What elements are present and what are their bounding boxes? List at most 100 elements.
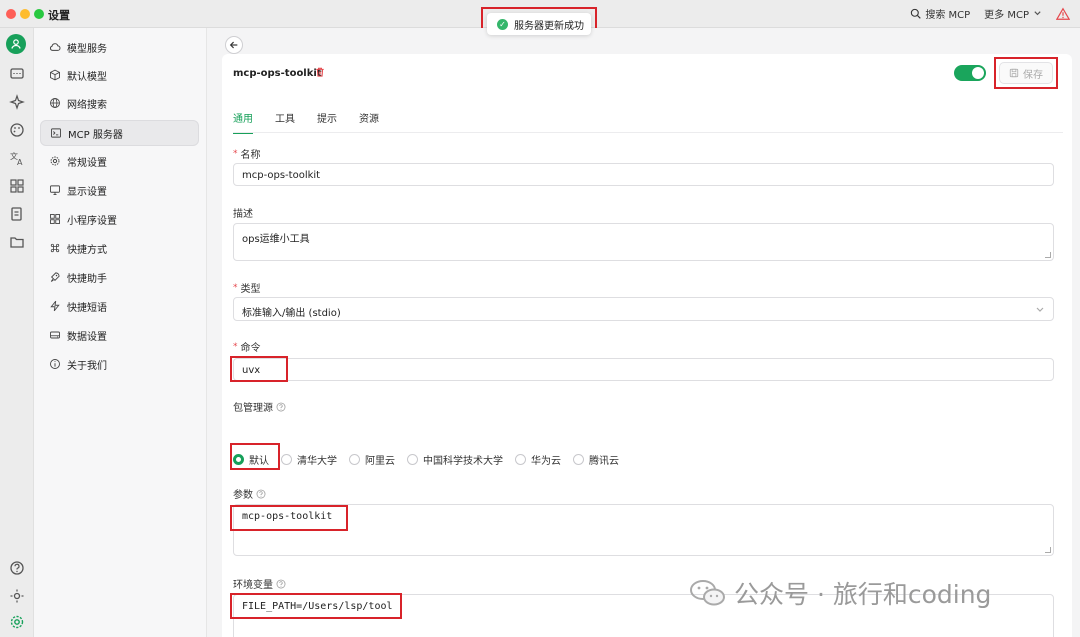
cube-icon <box>50 69 60 81</box>
radio-tencent[interactable]: 腾讯云 <box>573 452 619 467</box>
help-icon[interactable] <box>9 560 25 576</box>
nav-label: 默认模型 <box>67 71 107 83</box>
nav-item-about[interactable]: 关于我们 <box>40 351 199 377</box>
name-value: mcp-ops-toolkit <box>242 170 321 181</box>
monitor-icon <box>50 185 60 195</box>
tab-resources[interactable]: 资源 <box>359 110 379 134</box>
radio-label: 腾讯云 <box>589 456 619 467</box>
close-window-button[interactable] <box>6 9 16 19</box>
args-textarea[interactable]: mcp-ops-toolkit <box>233 504 1054 556</box>
highlight-box <box>994 57 1058 89</box>
radio-dot <box>515 454 526 465</box>
minimize-window-button[interactable] <box>20 9 30 19</box>
zap-icon <box>50 300 60 312</box>
files-icon[interactable] <box>9 206 25 222</box>
nav-item-general-settings[interactable]: 常规设置 <box>40 148 199 174</box>
search-icon <box>911 8 922 19</box>
main-content: mcp-ops-toolkit 保存 通用 工具 提示 资源 * 名称 mcp-… <box>208 28 1080 637</box>
tab-general[interactable]: 通用 <box>233 110 253 134</box>
translate-icon[interactable]: 文A <box>9 150 25 166</box>
nav-item-shortcuts[interactable]: 快捷方式 <box>40 235 199 261</box>
nav-label: 关于我们 <box>67 360 107 372</box>
question-circle-icon[interactable] <box>256 489 266 499</box>
folder-icon[interactable] <box>9 234 25 250</box>
hard-drive-icon <box>50 331 60 339</box>
nav-item-quick-assistant[interactable]: 快捷助手 <box>40 264 199 290</box>
warning-icon[interactable] <box>1056 7 1070 21</box>
description-textarea[interactable]: ops运维小工具 <box>233 223 1054 261</box>
avatar[interactable] <box>6 34 26 54</box>
nav-item-miniapp-settings[interactable]: 小程序设置 <box>40 206 199 232</box>
nav-item-display-settings[interactable]: 显示设置 <box>40 177 199 203</box>
nav-item-default-model[interactable]: 默认模型 <box>40 62 199 88</box>
registry-label-text: 包管理源 <box>233 403 273 414</box>
chat-icon[interactable] <box>9 66 25 82</box>
tab-prompts[interactable]: 提示 <box>317 110 337 134</box>
sun-icon[interactable] <box>9 588 25 604</box>
radio-label: 华为云 <box>531 456 561 467</box>
zoom-window-button[interactable] <box>34 9 44 19</box>
question-circle-icon[interactable] <box>276 579 286 589</box>
nav-item-quick-phrases[interactable]: 快捷短语 <box>40 293 199 319</box>
nav-label: 小程序设置 <box>67 215 117 227</box>
cloud-icon <box>49 43 61 51</box>
nav-item-mcp-server[interactable]: MCP 服务器 <box>40 120 199 146</box>
command-input[interactable]: uvx <box>233 358 1054 381</box>
required-mark: * <box>233 282 238 293</box>
nav-item-model-service[interactable]: 模型服务 <box>40 34 199 60</box>
nav-item-web-search[interactable]: 网络搜索 <box>40 90 199 116</box>
nav-item-data-settings[interactable]: 数据设置 <box>40 322 199 348</box>
type-label-text: 类型 <box>240 284 261 295</box>
type-select[interactable]: 标准输入/输出 (stdio) <box>233 297 1054 321</box>
trash-icon[interactable] <box>314 66 326 78</box>
search-mcp-button[interactable]: 搜索 MCP <box>910 6 970 21</box>
rocket-icon <box>50 272 60 282</box>
highlight-box <box>230 593 402 619</box>
highlight-box <box>230 443 280 470</box>
more-mcp-button[interactable]: 更多 MCP <box>984 6 1042 21</box>
command-key-icon <box>50 243 60 253</box>
server-detail-panel: mcp-ops-toolkit 保存 通用 工具 提示 资源 * 名称 mcp-… <box>222 54 1072 637</box>
name-label: * 名称 <box>233 146 261 162</box>
tab-tools[interactable]: 工具 <box>275 110 295 134</box>
required-mark: * <box>233 148 238 159</box>
globe-icon <box>50 98 60 108</box>
highlight-box <box>230 505 348 531</box>
radio-aliyun[interactable]: 阿里云 <box>349 452 395 467</box>
nav-label: 快捷助手 <box>67 273 107 285</box>
radio-ustc[interactable]: 中国科学技术大学 <box>407 452 503 467</box>
palette-icon[interactable] <box>9 122 25 138</box>
radio-huawei[interactable]: 华为云 <box>515 452 561 467</box>
radio-label: 阿里云 <box>365 456 395 467</box>
grid-icon[interactable] <box>9 178 25 194</box>
watermark-text: 公众号 · 旅行和coding <box>734 580 992 609</box>
required-mark: * <box>233 341 238 352</box>
tab-bar: 通用 工具 提示 资源 <box>233 110 379 134</box>
radio-dot <box>407 454 418 465</box>
resize-handle[interactable] <box>1045 547 1051 553</box>
search-mcp-label: 搜索 MCP <box>925 10 971 21</box>
type-label: * 类型 <box>233 280 261 296</box>
resize-handle[interactable] <box>1045 252 1051 258</box>
args-label: 参数 <box>233 486 266 501</box>
nav-label: 常规设置 <box>67 157 107 169</box>
tab-divider <box>233 132 1063 133</box>
radio-dot <box>573 454 584 465</box>
sparkle-icon[interactable] <box>9 94 25 110</box>
name-input[interactable]: mcp-ops-toolkit <box>233 163 1054 186</box>
more-mcp-label: 更多 MCP <box>984 10 1029 21</box>
description-label-text: 描述 <box>233 209 253 220</box>
user-icon <box>11 39 21 49</box>
terminal-icon <box>51 128 61 138</box>
settings-gear-icon[interactable] <box>9 614 25 630</box>
back-button[interactable] <box>225 36 243 54</box>
env-label: 环境变量 <box>233 576 286 591</box>
env-label-text: 环境变量 <box>233 580 273 591</box>
command-label-text: 命令 <box>240 343 261 354</box>
question-circle-icon[interactable] <box>276 402 286 412</box>
server-enabled-toggle[interactable] <box>954 65 986 81</box>
toggle-knob <box>972 67 984 79</box>
success-toast: ✓ 服务器更新成功 <box>487 13 591 35</box>
server-name: mcp-ops-toolkit <box>233 68 322 79</box>
radio-tsinghua[interactable]: 清华大学 <box>281 452 337 467</box>
